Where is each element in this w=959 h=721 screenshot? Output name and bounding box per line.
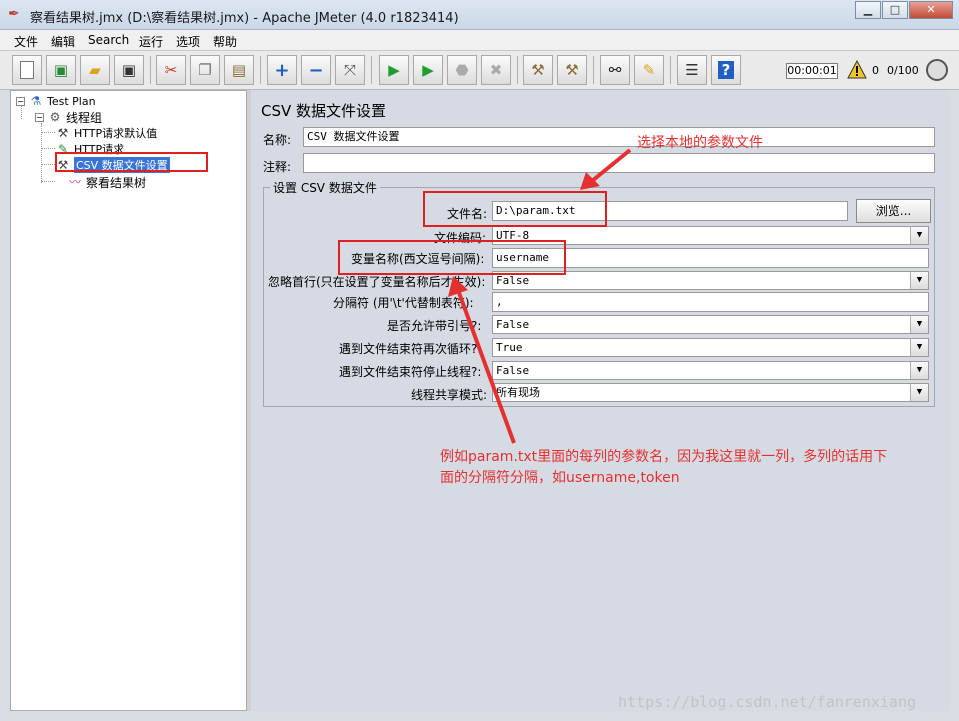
jmeter-feather-icon: ✒: [8, 6, 20, 22]
start-no-pause-icon[interactable]: ▶: [413, 55, 443, 85]
maximize-button[interactable]: □: [882, 1, 908, 19]
chevron-down-icon[interactable]: ▼: [910, 316, 928, 333]
stop-thread-eof-select[interactable]: False ▼: [492, 361, 929, 380]
sharing-mode-select[interactable]: 所有现场 ▼: [492, 383, 929, 402]
open-icon[interactable]: ▰: [80, 55, 110, 85]
collapse-icon[interactable]: −: [301, 55, 331, 85]
sharing-mode-value: 所有现场: [496, 386, 540, 399]
elapsed-timer: 00:00:01: [786, 63, 838, 79]
highlight-box-tree: [55, 152, 208, 172]
cut-icon[interactable]: ✂: [156, 55, 186, 85]
title-bar[interactable]: ✒ 察看结果树.jmx (D:\察看结果树.jmx) - Apache JMet…: [0, 0, 959, 30]
menu-help[interactable]: 帮助: [213, 33, 237, 50]
csv-config-panel: CSV 数据文件设置 名称: CSV 数据文件设置 注释: 设置 CSV 数据文…: [251, 90, 950, 711]
recycle-eof-value: True: [496, 341, 523, 354]
toolbar: ▣ ▰ ▣ ✂ ❐ ▤ + − ⤧ ▶ ▶ ⬣ ✖ ⚒ ⚒ ⚯ ✎ ☰ ? 00…: [0, 51, 959, 90]
tree-label: Test Plan: [47, 94, 96, 108]
reset-search-icon[interactable]: ✎: [634, 55, 664, 85]
collapse-toggle[interactable]: −: [35, 112, 44, 122]
annotation-explain-line-2: 面的分隔符分隔，如username,token: [440, 470, 680, 486]
annotation-explain-line-1: 例如param.txt里面的每列的参数名，因为我这里就一列，多列的话用下: [440, 449, 888, 465]
section-title: 设置 CSV 数据文件: [270, 179, 380, 196]
chart-icon: 〰: [68, 175, 81, 189]
error-count: 0: [872, 64, 879, 77]
allow-quoted-select[interactable]: False ▼: [492, 315, 929, 334]
tree-label: HTTP请求默认值: [74, 127, 158, 140]
highlight-box-filename: [423, 191, 607, 227]
delimiter-label: 分隔符 (用'\t'代替制表符):: [333, 296, 474, 310]
allow-quoted-label: 是否允许带引号?:: [387, 319, 482, 333]
allow-quoted-value: False: [496, 318, 530, 331]
tree-node-results-tree[interactable]: 〰 察看结果树: [67, 174, 146, 190]
ignore-first-line-label: 忽略首行(只在设置了变量名称后才生效):: [268, 275, 486, 289]
shutdown-icon[interactable]: ✖: [481, 55, 511, 85]
recycle-eof-label: 遇到文件结束符再次循环?:: [339, 342, 482, 356]
wrench-icon: ⚒: [57, 126, 69, 140]
menu-edit[interactable]: 编辑: [51, 33, 75, 50]
menu-run[interactable]: 运行: [139, 33, 163, 50]
active-threads: 0/100: [887, 64, 919, 77]
new-icon[interactable]: [12, 55, 42, 85]
expand-icon[interactable]: +: [267, 55, 297, 85]
menu-search[interactable]: Search: [88, 33, 129, 47]
stop-thread-eof-label: 遇到文件结束符停止线程?:: [339, 365, 482, 379]
watermark: https://blog.csdn.net/fanrenxiang: [618, 693, 917, 711]
delimiter-input[interactable]: ,: [492, 292, 929, 312]
function-helper-icon[interactable]: ☰: [677, 55, 707, 85]
clear-icon[interactable]: ⚒: [523, 55, 553, 85]
highlight-box-varnames: [338, 240, 566, 275]
menu-options[interactable]: 选项: [176, 33, 200, 50]
window-title: 察看结果树.jmx (D:\察看结果树.jmx) - Apache JMeter…: [30, 11, 459, 26]
toggle-icon[interactable]: ⤧: [335, 55, 365, 85]
browse-button[interactable]: 浏览...: [856, 199, 931, 223]
start-icon[interactable]: ▶: [379, 55, 409, 85]
tree-node-thread-group[interactable]: − ⚙ 线程组: [35, 109, 102, 125]
flask-icon: ⚗: [30, 94, 42, 108]
chevron-down-icon[interactable]: ▼: [910, 272, 928, 289]
gear-icon: ⚙: [49, 110, 61, 124]
copy-icon[interactable]: ❐: [190, 55, 220, 85]
chevron-down-icon[interactable]: ▼: [910, 227, 928, 244]
page-title: CSV 数据文件设置: [261, 102, 387, 120]
close-button[interactable]: ✕: [909, 1, 953, 19]
tree-node-http-defaults[interactable]: ⚒ HTTP请求默认值: [55, 125, 158, 141]
paste-icon[interactable]: ▤: [224, 55, 254, 85]
tree-label: 线程组: [66, 110, 103, 125]
remote-status-icon[interactable]: [926, 59, 948, 81]
tree-node-test-plan[interactable]: − ⚗ Test Plan: [16, 93, 96, 109]
stop-thread-eof-value: False: [496, 364, 530, 377]
comment-label: 注释:: [263, 160, 292, 174]
chevron-down-icon[interactable]: ▼: [910, 384, 928, 401]
clear-all-icon[interactable]: ⚒: [557, 55, 587, 85]
templates-icon[interactable]: ▣: [46, 55, 76, 85]
collapse-toggle[interactable]: −: [16, 96, 25, 106]
recycle-eof-select[interactable]: True ▼: [492, 338, 929, 357]
annotation-choose-file: 选择本地的参数文件: [637, 135, 763, 151]
test-plan-tree[interactable]: − ⚗ Test Plan − ⚙ 线程组 ⚒ HTTP请求默认值 ✎ HTTP…: [10, 90, 247, 711]
save-icon[interactable]: ▣: [114, 55, 144, 85]
comment-input[interactable]: [303, 153, 935, 173]
window-controls: ▁ □ ✕: [854, 1, 953, 19]
ignore-first-line-value: False: [496, 274, 530, 287]
search-icon[interactable]: ⚯: [600, 55, 630, 85]
chevron-down-icon[interactable]: ▼: [910, 339, 928, 356]
name-label: 名称:: [263, 133, 292, 147]
chevron-down-icon[interactable]: ▼: [910, 362, 928, 379]
warning-icon[interactable]: [847, 60, 867, 80]
stop-icon[interactable]: ⬣: [447, 55, 477, 85]
help-icon[interactable]: ?: [711, 55, 741, 85]
tree-label: 察看结果树: [86, 175, 147, 190]
sharing-mode-label: 线程共享模式:: [411, 388, 488, 402]
menu-bar: 文件 编辑 Search 运行 选项 帮助: [0, 30, 959, 51]
minimize-button[interactable]: ▁: [855, 1, 881, 19]
name-input[interactable]: CSV 数据文件设置: [303, 127, 935, 147]
menu-file[interactable]: 文件: [14, 33, 38, 50]
